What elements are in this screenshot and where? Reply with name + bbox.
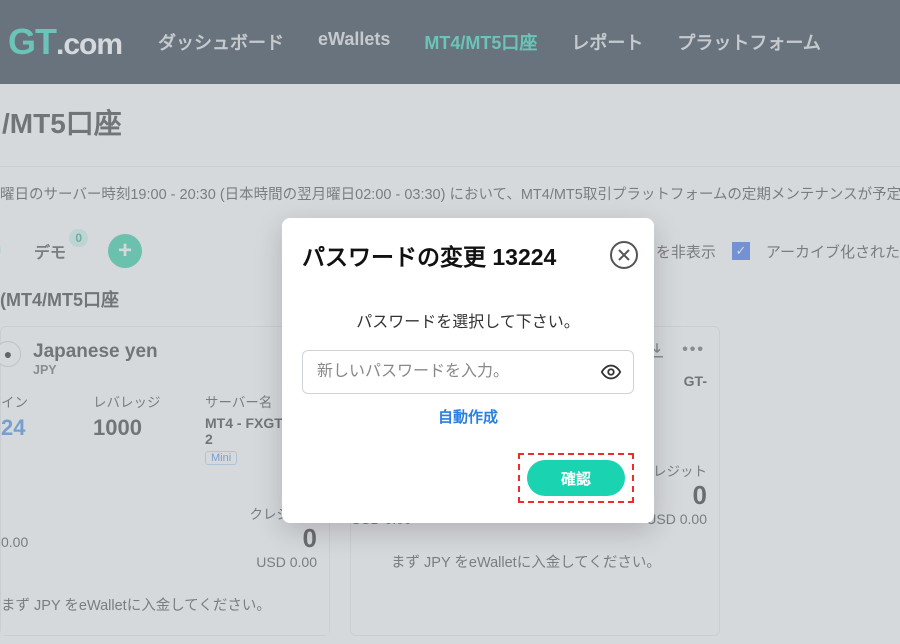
modal-subtitle: パスワードを選択して下さい。 bbox=[282, 280, 654, 350]
autogenerate-link[interactable]: 自動作成 bbox=[438, 409, 498, 426]
confirm-button[interactable]: 確認 bbox=[527, 460, 625, 496]
modal-title: パスワードの変更 13224 bbox=[302, 238, 610, 272]
close-icon[interactable] bbox=[610, 241, 638, 269]
new-password-input[interactable] bbox=[302, 350, 634, 394]
confirm-highlight: 確認 bbox=[518, 453, 634, 503]
eye-icon[interactable] bbox=[600, 361, 622, 383]
change-password-modal: パスワードの変更 13224 パスワードを選択して下さい。 自動作成 確認 bbox=[282, 218, 654, 523]
